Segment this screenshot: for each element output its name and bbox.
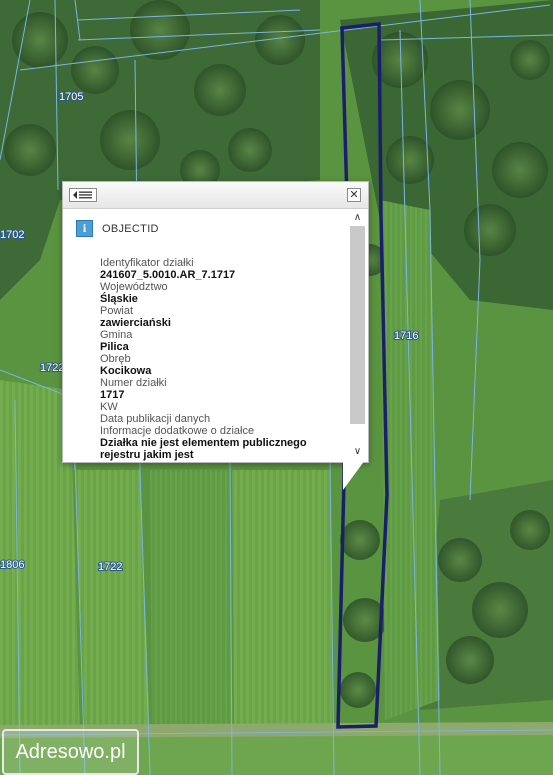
- field-strip-1: [75, 470, 150, 735]
- popup-body: i OBJECTID Identyfikator działki 241607_…: [63, 209, 350, 462]
- list-menu-icon: [73, 191, 92, 199]
- close-button[interactable]: ✕: [347, 188, 361, 202]
- parcel-label-1705: 1705: [59, 91, 83, 103]
- parcel-label-1806: 1806: [0, 559, 24, 571]
- popup-header: ✕: [63, 182, 368, 209]
- attr-label-gmina: Gmina: [100, 329, 133, 341]
- scroll-up-icon[interactable]: ∧: [350, 210, 365, 224]
- parcel-info-popup: ✕ i OBJECTID Identyfikator działki 24160…: [62, 181, 369, 463]
- attr-value-powiat: zawierciański: [100, 317, 171, 329]
- popup-scrollbar[interactable]: ∧ ∨: [350, 210, 365, 458]
- scroll-thumb[interactable]: [350, 226, 365, 424]
- attr-value-wojewodztwo: Śląskie: [100, 293, 138, 305]
- info-icon: i: [76, 220, 93, 237]
- close-icon: ✕: [349, 188, 359, 201]
- popup-pointer: [343, 460, 365, 490]
- field-strip-3: [232, 470, 332, 735]
- attr-label-kw: KW: [100, 401, 118, 413]
- parcel-label-1702: 1702: [0, 229, 24, 241]
- attr-value-numer: 1717: [100, 389, 125, 401]
- attribute-list: Identyfikator działki 241607_5.0010.AR_7…: [100, 257, 350, 461]
- attr-label-obreb: Obręb: [100, 353, 131, 365]
- popup-title-row: i OBJECTID: [76, 220, 350, 237]
- attr-label-numer: Numer działki: [100, 377, 167, 389]
- brand-logo[interactable]: Adresowo.pl: [2, 729, 139, 775]
- field-strip-2: [150, 470, 232, 735]
- attr-label-wojewodztwo: Województwo: [100, 281, 168, 293]
- attr-value-identyfikator: 241607_5.0010.AR_7.1717: [100, 269, 236, 281]
- popup-title: OBJECTID: [102, 222, 159, 235]
- attr-label-informacje: Informacje dodatkowe o działce: [100, 425, 255, 437]
- attr-label-powiat: Powiat: [100, 305, 134, 317]
- attr-label-identyfikator: Identyfikator działki: [100, 257, 194, 269]
- attr-label-data-publikacji: Data publikacji danych: [100, 413, 211, 425]
- attr-value-informacje: Działka nie jest elementem publicznego r…: [100, 437, 307, 461]
- popup-menu-button[interactable]: [69, 188, 97, 202]
- parcel-label-1722: 1722: [98, 561, 122, 573]
- parcel-label-1716: 1716: [394, 330, 418, 342]
- attr-value-gmina: Pilica: [100, 341, 129, 353]
- attr-value-obreb: Kocikowa: [100, 365, 152, 377]
- parcel-label-1722-left: 1722: [40, 362, 64, 374]
- scroll-down-icon[interactable]: ∨: [350, 444, 365, 458]
